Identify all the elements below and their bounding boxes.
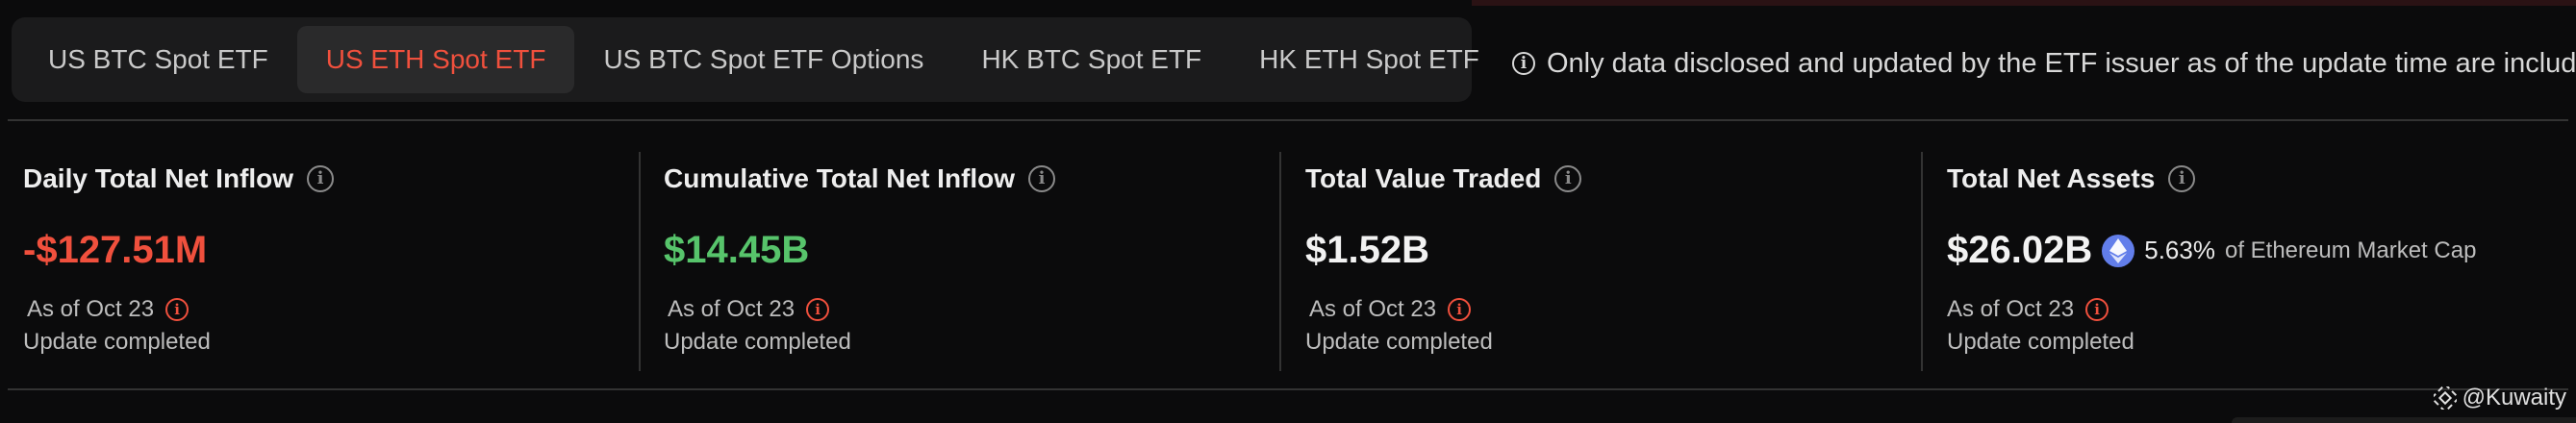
as-of-date: As of Oct 23 i [668, 296, 830, 323]
market-cap-percent: 5.63% [2144, 236, 2215, 264]
daily-net-inflow-card: Daily Total Net Inflow i -$127.51M As of… [23, 144, 639, 385]
divider [8, 119, 2568, 121]
tab-us-btc-spot-etf[interactable]: US BTC Spot ETF [19, 26, 297, 93]
as-of-date: As of Oct 23 i [27, 296, 189, 323]
top-accent-strip [1472, 0, 2576, 6]
notice-text: Only data disclosed and updated by the E… [1547, 47, 2576, 79]
info-icon[interactable]: i [1554, 165, 1582, 192]
info-icon[interactable]: i [2168, 165, 2196, 192]
card-divider [1921, 152, 1923, 371]
tab-us-btc-spot-etf-options[interactable]: US BTC Spot ETF Options [574, 26, 952, 93]
info-icon[interactable]: i [806, 298, 830, 321]
tab-hk-eth-spot-etf[interactable]: HK ETH Spot ETF [1230, 26, 1508, 93]
card-value: -$127.51M [23, 229, 208, 271]
binance-logo-icon [2433, 386, 2457, 410]
card-value: $14.45B [664, 229, 810, 271]
card-value: $1.52B [1305, 229, 1429, 271]
card-value: $26.02B 5.63% of Ethereum Market Cap [1947, 229, 2476, 272]
card-title: Total Net Assets i [1947, 163, 2196, 194]
update-status: Update completed [1305, 329, 1493, 355]
as-of-date: As of Oct 23 i [1309, 296, 1472, 323]
card-divider [639, 152, 641, 371]
info-icon[interactable]: i [2085, 298, 2109, 321]
info-icon[interactable]: i [165, 298, 189, 321]
as-of-date: As of Oct 23 i [1947, 296, 2109, 323]
etf-tab-bar: US BTC Spot ETF US ETH Spot ETF US BTC S… [12, 17, 1479, 102]
market-cap-label: of Ethereum Market Cap [2224, 236, 2477, 263]
update-status: Update completed [664, 329, 851, 355]
update-status: Update completed [1947, 329, 2134, 355]
card-title: Cumulative Total Net Inflow i [664, 163, 1056, 194]
cumulative-net-inflow-card: Cumulative Total Net Inflow i $14.45B As… [664, 144, 1279, 385]
net-assets-value: $26.02B [1947, 229, 2093, 271]
update-status: Update completed [23, 329, 211, 355]
info-icon[interactable]: i [307, 165, 335, 192]
card-title: Daily Total Net Inflow i [23, 163, 335, 194]
divider [8, 388, 2568, 390]
info-icon: i [1512, 52, 1535, 75]
tab-hk-btc-spot-etf[interactable]: HK BTC Spot ETF [952, 26, 1230, 93]
watermark-text: @Kuwaity [2462, 385, 2566, 411]
bottom-bar [2232, 417, 2576, 423]
ethereum-icon [2102, 234, 2135, 267]
etf-dashboard: US BTC Spot ETF US ETH Spot ETF US BTC S… [0, 0, 2576, 423]
card-divider [1279, 152, 1281, 371]
data-disclosure-notice: i Only data disclosed and updated by the… [1512, 44, 2576, 83]
total-net-assets-card: Total Net Assets i $26.02B 5.63% of Ethe… [1947, 144, 2563, 385]
info-icon[interactable]: i [1448, 298, 1472, 321]
info-icon[interactable]: i [1028, 165, 1056, 192]
tab-us-eth-spot-etf[interactable]: US ETH Spot ETF [296, 26, 575, 93]
card-title: Total Value Traded i [1305, 163, 1582, 194]
watermark: @Kuwaity [2433, 385, 2566, 411]
total-value-traded-card: Total Value Traded i $1.52B As of Oct 23… [1305, 144, 1921, 385]
